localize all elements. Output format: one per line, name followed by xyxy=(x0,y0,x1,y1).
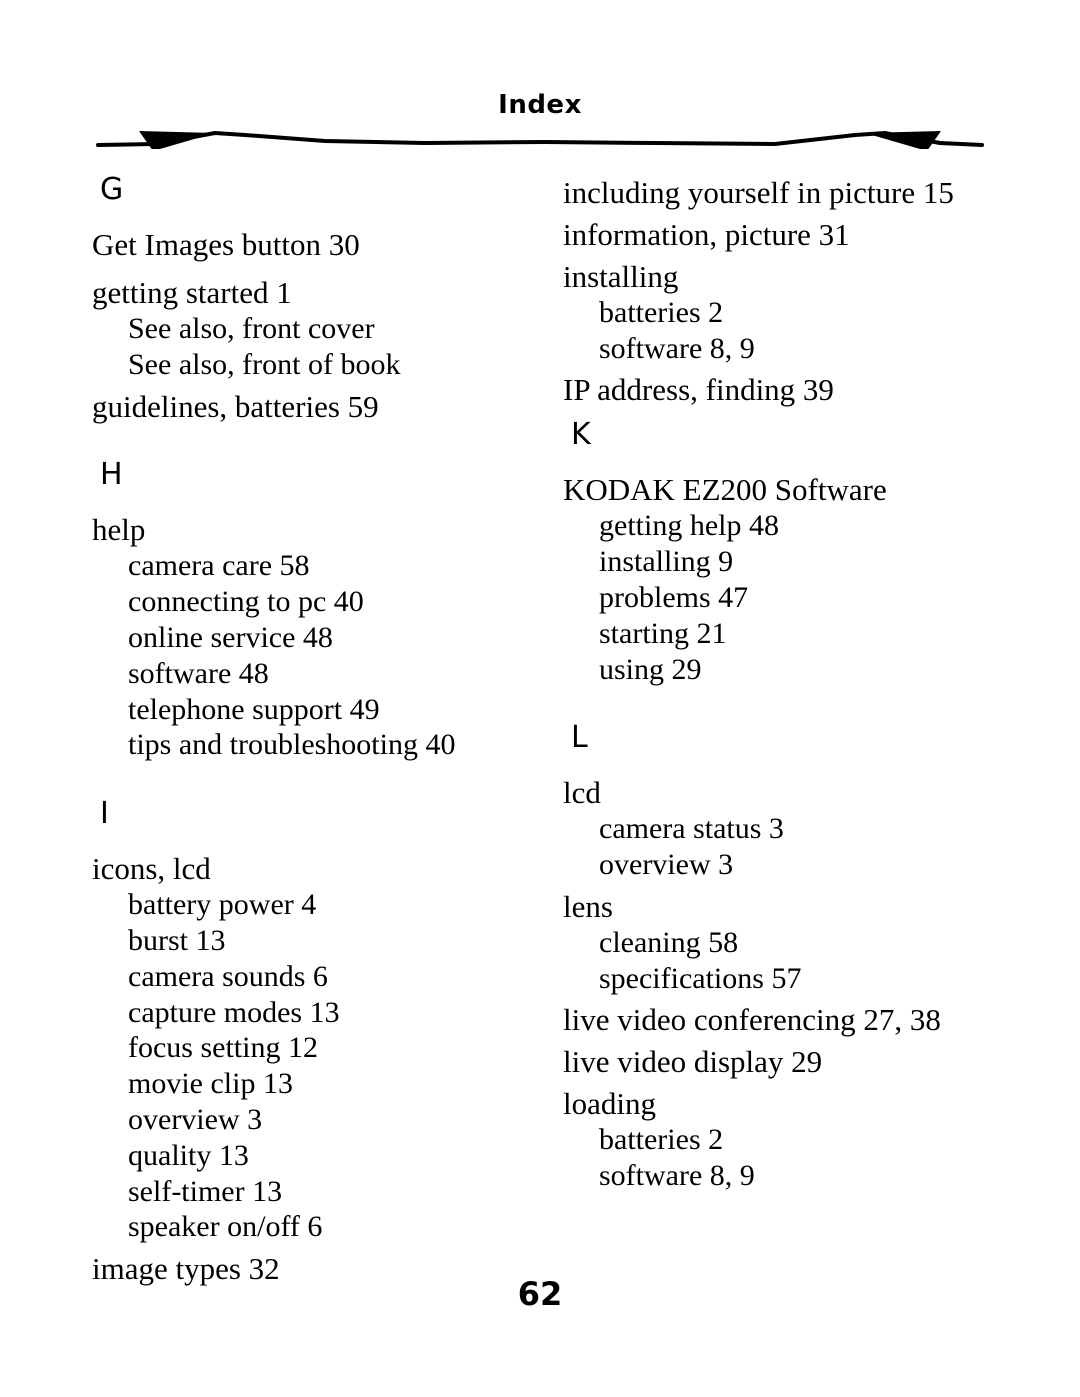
entry-group: guidelines, batteries 59 xyxy=(92,389,512,425)
index-subentry: tips and troubleshooting 40 xyxy=(128,728,456,762)
page-header: Index xyxy=(0,90,1080,151)
index-entry: Get Images button 30 xyxy=(92,227,360,262)
index-subentry: overview 3 xyxy=(599,848,734,882)
index-section-i: I icons, lcd battery power 4 burst 13 ca… xyxy=(92,799,512,1287)
entry-group: IP address, finding 39 xyxy=(563,372,993,408)
entry-group: KODAK EZ200 Software getting help 48 ins… xyxy=(563,472,993,687)
index-subentry: specifications 57 xyxy=(599,961,802,995)
index-subentry: camera sounds 6 xyxy=(128,959,328,993)
header-rule-icon xyxy=(96,131,984,151)
index-subentry: installing 9 xyxy=(599,545,734,579)
entry-group: information, picture 31 xyxy=(563,217,993,253)
entry-group: icons, lcd battery power 4 burst 13 came… xyxy=(92,851,512,1245)
index-subentry: using 29 xyxy=(599,652,702,686)
index-entry: KODAK EZ200 Software xyxy=(563,472,887,508)
index-subentry: overview 3 xyxy=(128,1102,263,1136)
index-subentry: burst 13 xyxy=(128,923,226,957)
index-subentry: camera status 3 xyxy=(599,812,784,846)
page-number: 62 xyxy=(517,1275,563,1313)
entry-group: live video display 29 xyxy=(563,1044,993,1080)
index-entry: help xyxy=(92,512,146,548)
entry-group: loading batteries 2 software 8, 9 xyxy=(563,1086,993,1194)
index-subentry: starting 21 xyxy=(599,616,727,650)
index-subentry: software 8, 9 xyxy=(599,1159,755,1193)
index-entry: live video conferencing 27, 38 xyxy=(563,1002,941,1038)
index-subentry: batteries 2 xyxy=(599,1123,724,1157)
index-subentry: See also, front of book xyxy=(128,347,401,381)
index-section-l: L lcd camera status 3 overview 3 lens cl… xyxy=(563,723,993,1194)
letter-heading-h: H xyxy=(100,457,123,493)
index-subentry: battery power 4 xyxy=(128,888,317,922)
index-entry: including yourself in picture 15 xyxy=(563,175,954,210)
index-column-left: G Get Images button 30 getting started 1… xyxy=(92,175,512,1299)
letter-heading-l: L xyxy=(571,720,588,756)
entry-group: lcd camera status 3 overview 3 xyxy=(563,775,993,883)
index-subentry: self-timer 13 xyxy=(128,1174,283,1208)
index-subentry: batteries 2 xyxy=(599,295,724,329)
index-subentry: connecting to pc 40 xyxy=(128,585,364,619)
index-entry: lcd xyxy=(563,775,601,811)
index-section-h: H help camera care 58 connecting to pc 4… xyxy=(92,460,512,763)
index-entry: installing xyxy=(563,258,679,294)
letter-heading-g: G xyxy=(100,172,124,207)
index-entry: loading xyxy=(563,1086,656,1122)
index-subentry: speaker on/off 6 xyxy=(128,1210,323,1244)
index-entry: IP address, finding 39 xyxy=(563,372,834,408)
index-subentry: See also, front cover xyxy=(128,311,375,345)
entry-group: getting started 1 See also, front cover … xyxy=(92,275,512,383)
letter-heading-i: I xyxy=(100,796,109,832)
entry-group: help camera care 58 connecting to pc 40 … xyxy=(92,512,512,763)
index-entry: lens xyxy=(563,888,613,924)
entry-group: Get Images button 30 xyxy=(92,227,512,263)
index-column-right: including yourself in picture 15 informa… xyxy=(563,175,993,1206)
index-subentry: capture modes 13 xyxy=(128,995,340,1029)
index-subentry: online service 48 xyxy=(128,621,333,654)
index-section-k: K KODAK EZ200 Software getting help 48 i… xyxy=(563,420,993,687)
index-entry: information, picture 31 xyxy=(563,216,850,252)
entry-group: including yourself in picture 15 xyxy=(563,175,993,211)
header-rule xyxy=(95,123,985,151)
index-section-i-continued: including yourself in picture 15 informa… xyxy=(563,175,993,408)
index-entry: guidelines, batteries 59 xyxy=(92,388,379,424)
index-subentry: focus setting 12 xyxy=(128,1031,318,1065)
index-entry: icons, lcd xyxy=(92,851,211,887)
index-subentry: cleaning 58 xyxy=(599,925,739,959)
index-subentry: getting help 48 xyxy=(599,509,779,543)
index-subentry: movie clip 13 xyxy=(128,1067,293,1101)
index-subentry: quality 13 xyxy=(128,1138,249,1172)
letter-heading-k: K xyxy=(571,417,591,453)
index-subentry: telephone support 49 xyxy=(128,692,380,726)
index-subentry: problems 47 xyxy=(599,580,749,614)
entry-group: lens cleaning 58 specifications 57 xyxy=(563,889,993,997)
entry-group: live video conferencing 27, 38 xyxy=(563,1002,993,1038)
index-entry: getting started 1 xyxy=(92,274,292,310)
entry-group: installing batteries 2 software 8, 9 xyxy=(563,259,993,367)
index-entry: live video display 29 xyxy=(563,1044,823,1080)
index-section-g: G Get Images button 30 getting started 1… xyxy=(92,175,512,424)
page-title: Index xyxy=(498,90,582,120)
index-subentry: software 48 xyxy=(128,656,269,690)
index-subentry: software 8, 9 xyxy=(599,331,755,365)
index-subentry: camera care 58 xyxy=(128,549,310,583)
